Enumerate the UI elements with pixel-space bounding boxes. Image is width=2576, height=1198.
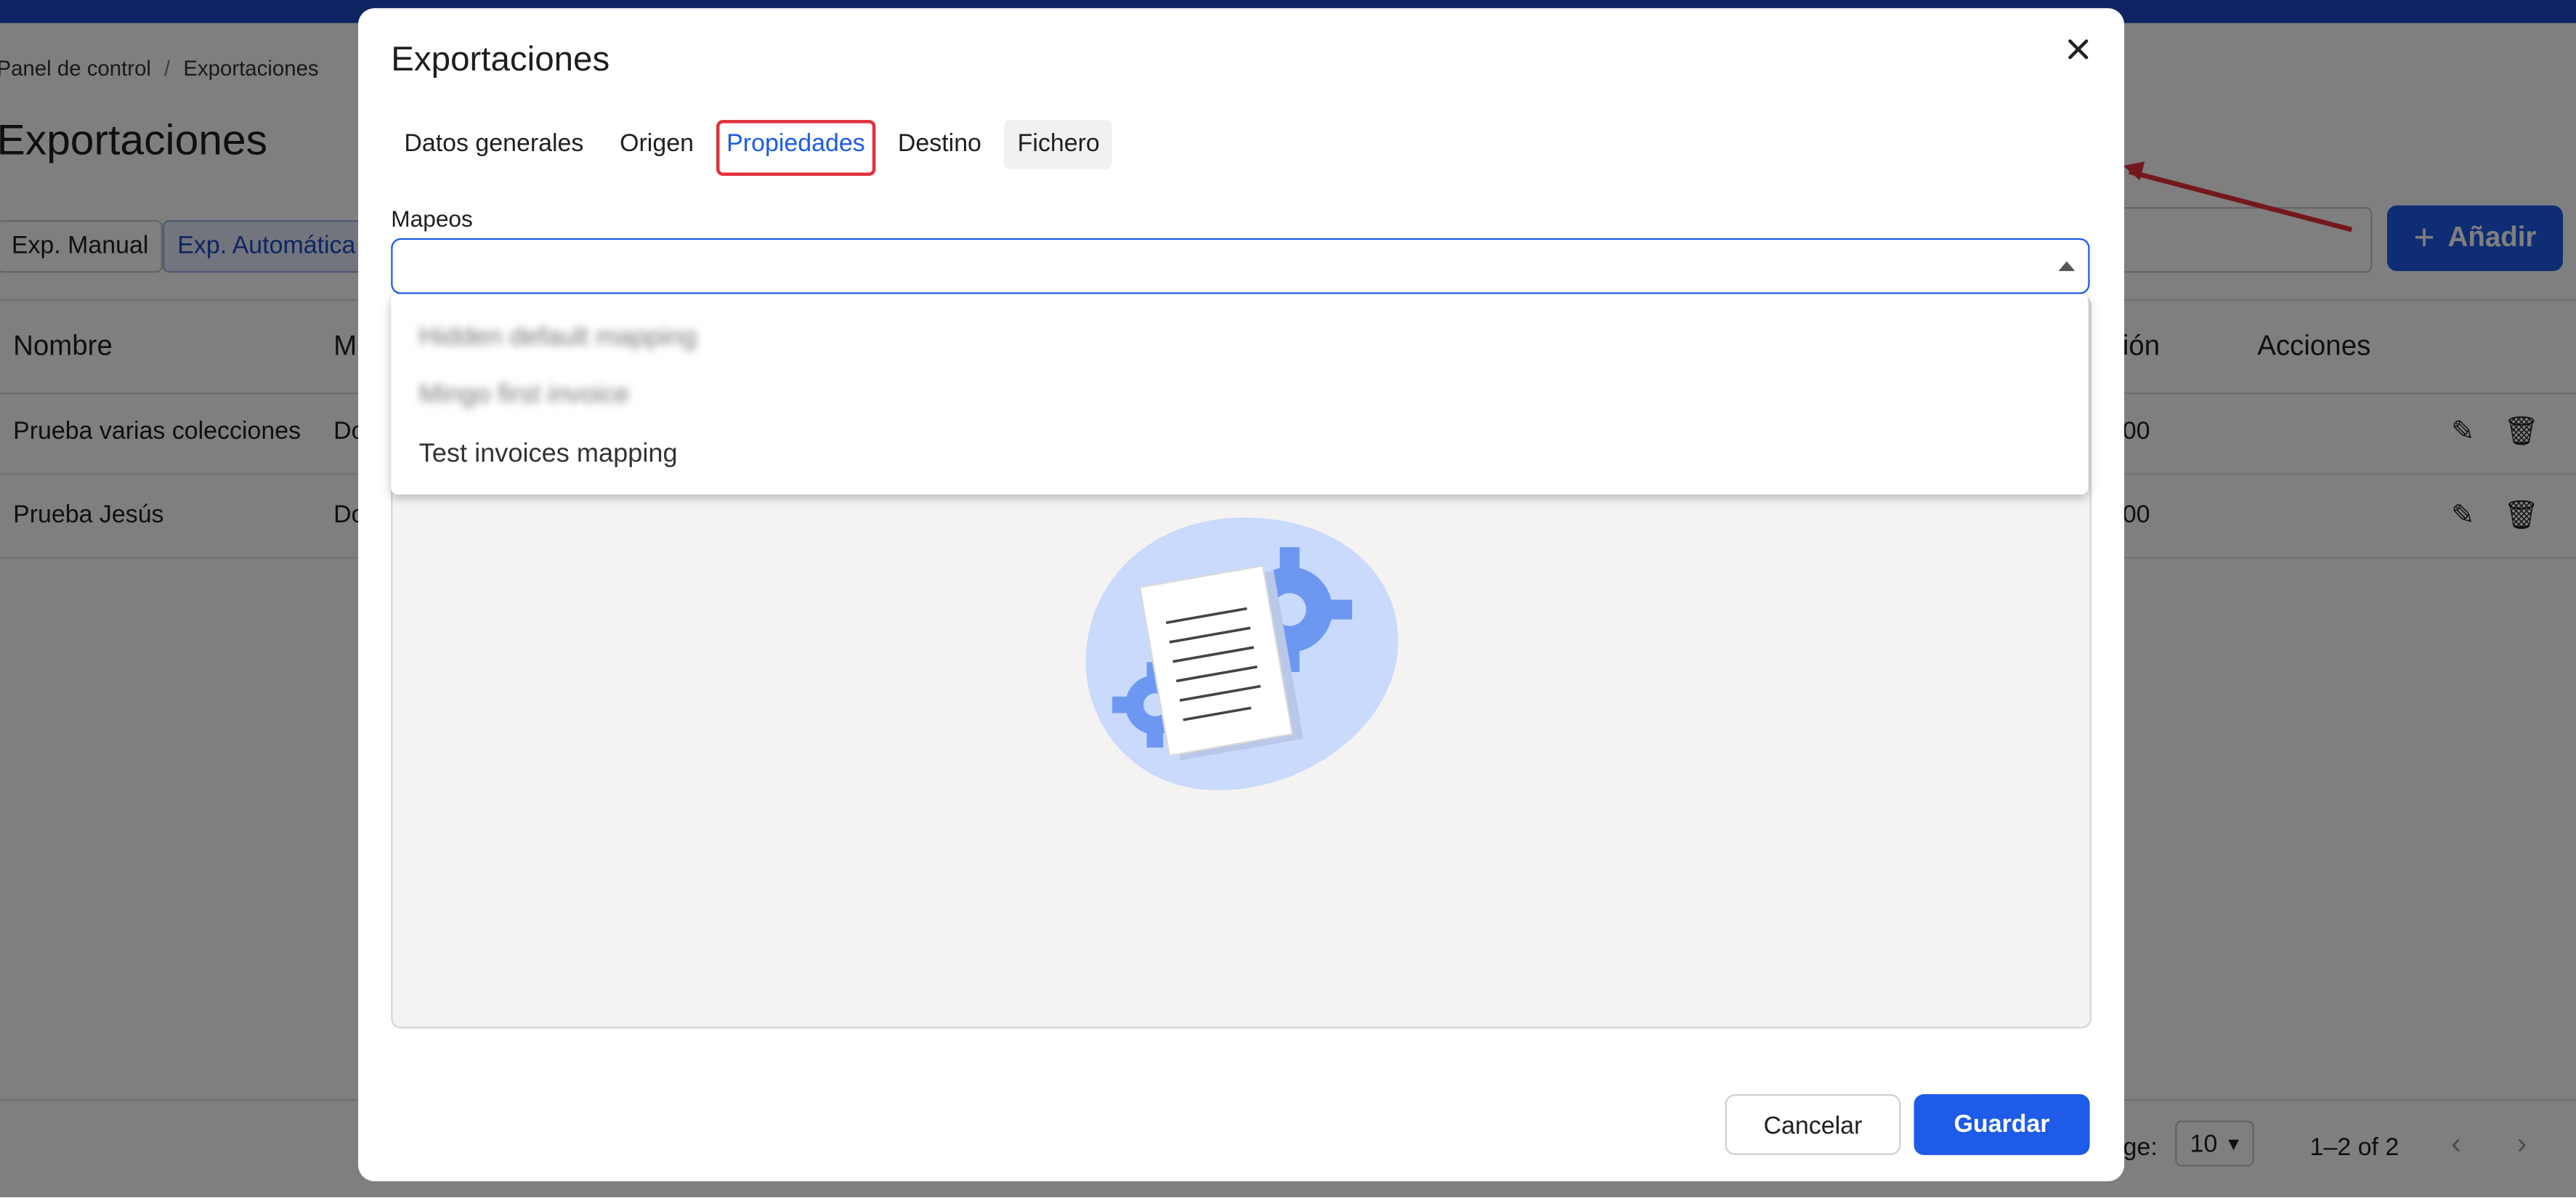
close-icon[interactable]	[2060, 31, 2097, 68]
dropdown-option[interactable]: Mingo first invoice	[419, 381, 630, 411]
tab-destino[interactable]: Destino	[885, 120, 995, 169]
tab-fichero[interactable]: Fichero	[1004, 120, 1113, 169]
document-settings-illustration	[1085, 517, 1398, 790]
dropdown-option[interactable]: Hidden default mapping	[419, 324, 697, 354]
mapeos-label: Mapeos	[391, 205, 473, 232]
modal-layer: Exportaciones Datos generales Origen Pro…	[0, 0, 2576, 1198]
cancel-button[interactable]: Cancelar	[1725, 1094, 1901, 1155]
export-dialog: Exportaciones Datos generales Origen Pro…	[358, 8, 2125, 1182]
tab-origen[interactable]: Origen	[607, 120, 707, 169]
mapeos-select[interactable]	[391, 238, 2090, 294]
dialog-title: Exportaciones	[391, 41, 610, 79]
tab-datos-generales[interactable]: Datos generales	[391, 120, 596, 169]
save-button[interactable]: Guardar	[1913, 1094, 2090, 1155]
dialog-tabs: Datos generales Origen Propiedades Desti…	[391, 120, 1113, 176]
chevron-up-icon[interactable]	[2058, 261, 2075, 272]
dropdown-option[interactable]: Test invoices mapping	[419, 440, 678, 470]
tab-propiedades[interactable]: Propiedades	[716, 120, 875, 176]
mapeos-dropdown-list: Hidden default mapping Mingo first invoi…	[391, 294, 2089, 495]
